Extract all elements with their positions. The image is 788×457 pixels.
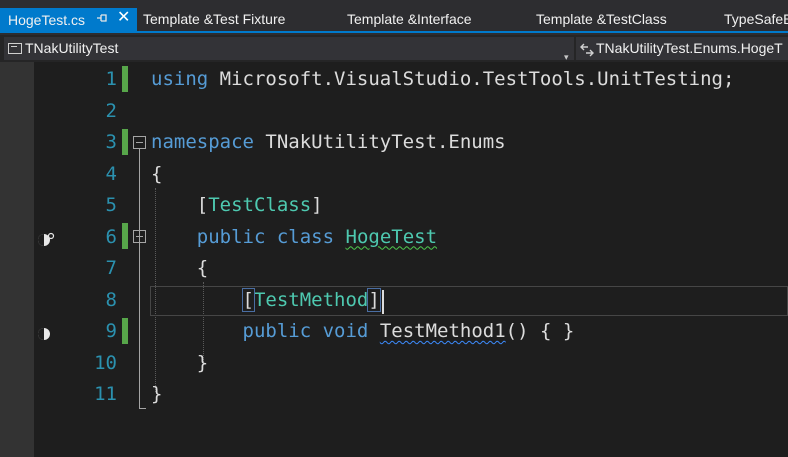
code-line[interactable]: 7 { (0, 253, 788, 284)
line-number: 2 (105, 99, 117, 122)
code-token: public (242, 320, 312, 342)
csharp-project-icon (8, 42, 22, 54)
code-editor[interactable]: 1 using Microsoft.VisualStudio.TestTools.… (0, 62, 788, 457)
code-text[interactable]: { (151, 253, 208, 284)
code-text[interactable]: } (151, 348, 208, 379)
code-token: TestMethod1 (379, 320, 506, 342)
code-token: using (151, 68, 209, 90)
code-text[interactable]: public class HogeTest (151, 222, 437, 253)
code-text[interactable]: { (151, 159, 162, 190)
code-text[interactable]: [TestMethod] (151, 285, 381, 316)
pin-icon[interactable] (96, 10, 108, 30)
code-token: namespace (151, 131, 254, 153)
code-text[interactable]: [TestClass] (151, 190, 323, 221)
line-number: 9 (105, 320, 117, 342)
tab-template-testclass[interactable]: Template &TestClass (536, 9, 667, 29)
code-token: ] (367, 287, 381, 312)
code-token: void (322, 320, 369, 342)
code-line[interactable]: 5 [TestClass] (0, 190, 788, 221)
code-token: } (151, 351, 209, 374)
code-line[interactable]: 9 public void TestMethod1() { } (0, 316, 788, 347)
code-line[interactable]: 8 [TestMethod] (0, 285, 788, 316)
code-token: TNakUtilityTest.Enums (253, 131, 506, 153)
code-line[interactable]: 2 (0, 96, 788, 127)
code-token: public (196, 225, 266, 248)
chevron-down-icon: ▾ (564, 52, 569, 60)
project-name: TNakUtilityTest (25, 40, 119, 56)
code-token: [ (151, 194, 209, 216)
code-line[interactable]: 3 namespace TNakUtilityTest.Enums (0, 127, 788, 158)
code-text[interactable]: public void TestMethod1() { } (151, 316, 575, 347)
line-number: 5 (105, 194, 117, 216)
code-line[interactable]: 4{ (0, 159, 788, 190)
line-number: 10 (94, 351, 117, 374)
member-dropdown[interactable]: TNakUtilityTest.Enums.HogeT (576, 37, 788, 60)
code-token: [ (241, 287, 256, 312)
tab-template-interface[interactable]: Template &Interface (347, 9, 472, 29)
namespace-icon (580, 41, 594, 57)
line-number: 6 (105, 225, 117, 248)
line-number: 11 (94, 383, 117, 405)
code-token: ] (311, 194, 323, 216)
code-token: { (151, 162, 163, 185)
tab-template-test-fixture[interactable]: Template &Test Fixture (143, 9, 285, 29)
line-number: 7 (105, 257, 117, 279)
code-token: { (151, 257, 209, 279)
line-number: 1 (105, 68, 117, 90)
tab-label: HogeTest.cs (8, 12, 86, 28)
code-token: class (276, 225, 335, 248)
code-text[interactable]: using Microsoft.VisualStudio.TestTools.U… (151, 64, 734, 95)
code-token: TestClass (208, 194, 312, 216)
tab-typesafe[interactable]: TypeSafeE (724, 9, 788, 29)
code-token: } (151, 383, 163, 405)
line-number: 4 (105, 162, 117, 185)
code-text[interactable]: namespace TNakUtilityTest.Enums (151, 127, 506, 158)
line-number: 8 (105, 288, 117, 311)
close-icon[interactable]: ✕ (117, 8, 130, 28)
tab-hogetest-cs[interactable]: HogeTest.cs ✕ (0, 8, 137, 31)
code-line[interactable]: 6 public class HogeTest (0, 222, 788, 253)
document-tab-bar: HogeTest.cs ✕ Template &Test Fixture Tem… (0, 0, 788, 35)
code-text[interactable]: } (151, 379, 162, 410)
navigation-bar: TNakUtilityTest ▾ TNakUtilityTest.Enums.… (0, 35, 788, 62)
code-line[interactable]: 10 } (0, 348, 788, 379)
code-line[interactable]: 11} (0, 379, 788, 410)
code-token: HogeTest (345, 225, 438, 248)
code-token: TestMethod (253, 288, 369, 311)
member-name: TNakUtilityTest.Enums.HogeT (596, 40, 783, 56)
tab-underline (0, 31, 788, 33)
code-token: Microsoft.VisualStudio.TestTools.UnitTes… (208, 68, 735, 90)
code-line[interactable]: 1 using Microsoft.VisualStudio.TestTools.… (0, 64, 788, 95)
line-number: 3 (105, 131, 117, 153)
code-token: () { } (505, 320, 575, 342)
project-dropdown[interactable]: TNakUtilityTest ▾ (4, 37, 574, 60)
